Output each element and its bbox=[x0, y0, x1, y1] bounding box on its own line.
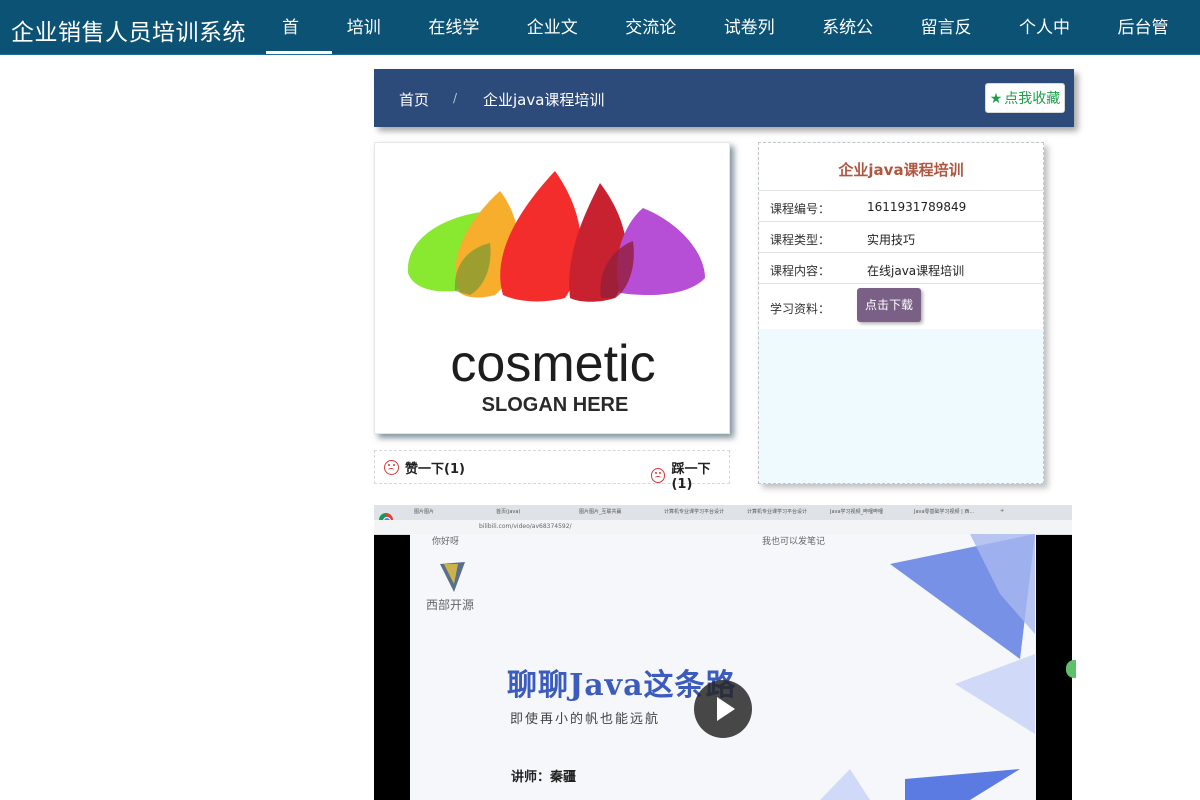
like-label: 赞一下(1) bbox=[405, 462, 465, 477]
star-icon: ★ bbox=[989, 91, 1003, 107]
browser-tab: Java零基础学习视频 | 西... bbox=[914, 509, 975, 515]
logo-wordmark: cosmetic bbox=[450, 335, 655, 393]
course-material-row: 学习资料： 点击下载 bbox=[759, 283, 1043, 329]
dislike-label: 踩一下(1) bbox=[671, 462, 711, 492]
course-info-panel: 企业java课程培训 课程编号： 1611931789849 课程类型： 实用技… bbox=[758, 142, 1044, 484]
slide-note-middle: 我也可以发笔记 bbox=[762, 537, 826, 547]
cosmetic-logo-image: cosmetic SLOGAN HERE bbox=[407, 171, 705, 416]
play-button[interactable] bbox=[694, 680, 752, 738]
course-cover-image: cosmetic SLOGAN HERE bbox=[374, 142, 730, 434]
course-field-value: 实用技巧 bbox=[867, 233, 916, 247]
breadcrumb-separator: / bbox=[453, 91, 458, 105]
nav-item-announcements[interactable]: 系统公告 bbox=[806, 0, 905, 94]
nav-item-corporate-culture[interactable]: 企业文化 bbox=[511, 0, 610, 94]
breadcrumb-current: 企业java课程培训 bbox=[483, 91, 605, 109]
main-nav: 首页 培训班 在线学习 企业文化 交流论坛 试卷列表 系统公告 留言反馈 个人中… bbox=[266, 0, 1200, 94]
face-icon bbox=[384, 460, 399, 475]
breadcrumb: 首页 / 企业java课程培训 ★ 点我收藏 bbox=[374, 69, 1074, 127]
nav-item-feedback[interactable]: 留言反馈 bbox=[905, 0, 1004, 94]
slide-logo-text: 西部开源 bbox=[426, 598, 475, 612]
course-field-label: 课程内容： bbox=[770, 264, 831, 278]
course-video-player[interactable]: 图片图片 首页(java) 图片图片_互联共赢 计算机专业课学习平台设计 计算机… bbox=[374, 505, 1072, 800]
video-slide: 你好呀 我也可以发笔记 西部开源 聊聊Java这条路 即使再小的帆也能远航 讲师… bbox=[410, 534, 1036, 800]
nav-item-training-classes[interactable]: 培训班 bbox=[331, 0, 414, 94]
breadcrumb-home-link[interactable]: 首页 bbox=[399, 89, 429, 110]
browser-url-bar: bilibili.com/video/av68374592/ bbox=[374, 520, 1072, 535]
download-button[interactable]: 点击下载 bbox=[857, 288, 921, 322]
browser-tab-bar: 图片图片 首页(java) 图片图片_互联共赢 计算机专业课学习平台设计 计算机… bbox=[374, 505, 1072, 520]
nav-item-forum[interactable]: 交流论坛 bbox=[609, 0, 708, 94]
course-field-label: 课程类型： bbox=[770, 233, 831, 247]
course-field-value: 1611931789849 bbox=[867, 200, 967, 214]
slide-teacher: 讲师：秦疆 bbox=[511, 770, 577, 785]
browser-tab: Java学习视频_哔哩哔哩 bbox=[830, 509, 884, 515]
browser-tab: 图片图片 bbox=[414, 509, 435, 515]
browser-tab: 首页(java) bbox=[496, 509, 521, 515]
nav-item-personal-center[interactable]: 个人中心 bbox=[1003, 0, 1102, 94]
course-field-row: 课程内容： 在线java课程培训 bbox=[759, 252, 1043, 284]
slide-subtitle: 即使再小的帆也能远航 bbox=[510, 712, 661, 727]
slide-note-left: 你好呀 bbox=[432, 537, 460, 547]
favorite-button[interactable]: ★ 点我收藏 bbox=[985, 83, 1065, 113]
side-widget-tab[interactable] bbox=[1066, 660, 1076, 678]
browser-tab: 计算机专业课学习平台设计 bbox=[664, 509, 725, 515]
site-brand[interactable]: 企业销售人员培训系统 bbox=[11, 13, 246, 47]
face-icon bbox=[651, 467, 666, 483]
course-field-row: 课程类型： 实用技巧 bbox=[759, 221, 1043, 253]
browser-tab: 图片图片_互联共赢 bbox=[579, 509, 622, 515]
browser-tab: 计算机专业课学习平台设计 bbox=[747, 509, 808, 515]
logo-slogan: SLOGAN HERE bbox=[482, 394, 629, 416]
like-button[interactable]: 赞一下(1) bbox=[384, 458, 465, 477]
course-field-label: 课程编号： bbox=[770, 202, 831, 216]
petal-red bbox=[500, 171, 582, 302]
browser-url: bilibili.com/video/av68374592/ bbox=[479, 523, 572, 530]
nav-item-home[interactable]: 首页 bbox=[266, 0, 332, 94]
course-field-row: 课程编号： 1611931789849 bbox=[759, 190, 1043, 222]
nav-item-admin[interactable]: 后台管理 bbox=[1102, 0, 1200, 94]
dislike-button[interactable]: 踩一下(1) bbox=[651, 458, 729, 492]
nav-item-exam-list[interactable]: 试卷列表 bbox=[708, 0, 807, 94]
favorite-label: 点我收藏 bbox=[1004, 91, 1061, 107]
course-title: 企业java课程培训 bbox=[838, 161, 964, 179]
browser-new-tab: + bbox=[1000, 508, 1005, 514]
nav-item-online-learning[interactable]: 在线学习 bbox=[412, 0, 511, 94]
vote-bar: 赞一下(1) 踩一下(1) bbox=[374, 450, 730, 492]
top-navbar: 企业销售人员培训系统 首页 培训班 在线学习 企业文化 交流论坛 试卷列表 系统… bbox=[0, 0, 1200, 94]
course-info-table: 企业java课程培训 课程编号： 1611931789849 课程类型： 实用技… bbox=[759, 143, 1043, 329]
course-material-label: 学习资料： bbox=[770, 302, 831, 316]
course-field-value: 在线java课程培训 bbox=[867, 264, 965, 278]
